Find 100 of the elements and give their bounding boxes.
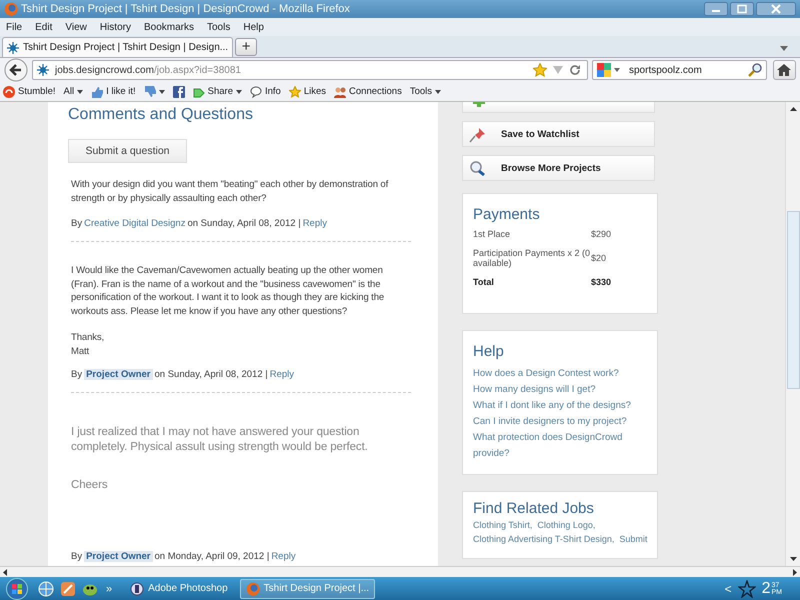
- caret-icon[interactable]: [780, 46, 788, 51]
- toolbar-button[interactable]: I like it!: [91, 86, 136, 98]
- search-icon[interactable]: [748, 63, 762, 77]
- menu-item[interactable]: File: [6, 22, 22, 32]
- help-link[interactable]: What if I dont like any of the designs?: [473, 398, 633, 414]
- people-icon: [334, 86, 346, 98]
- dropdown-icon: [614, 68, 620, 72]
- menu-item[interactable]: History: [100, 22, 131, 32]
- toolbar-button[interactable]: [172, 86, 185, 98]
- card-heading: Find Related Jobs: [473, 500, 595, 517]
- horizontal-scrollbar[interactable]: [0, 566, 800, 577]
- toolbar-button[interactable]: Share: [192, 86, 242, 98]
- help-link[interactable]: Can I invite designers to my project?: [473, 414, 633, 430]
- comment-date: on Monday, April 09, 2012 |: [154, 550, 270, 562]
- home-button[interactable]: [772, 60, 796, 80]
- magnifier-icon: [469, 160, 487, 176]
- author-link[interactable]: Creative Digital Designz: [84, 218, 186, 229]
- job-link[interactable]: Clothing Logo,: [537, 519, 596, 532]
- comment-date: on Sunday, April 08, 2012 |: [187, 218, 301, 229]
- toolbar-button[interactable]: Connections: [334, 86, 402, 98]
- job-link[interactable]: Clothing Advertising T-Shirt Design,: [473, 532, 614, 546]
- job-link[interactable]: Clothing Tshirt,: [473, 519, 532, 532]
- star-icon: [288, 86, 301, 98]
- taskbar-button[interactable]: Adobe Photoshop: [124, 578, 234, 598]
- job-link[interactable]: Submit: [619, 532, 648, 546]
- payment-amount: $290: [591, 229, 612, 239]
- browser-tab[interactable]: Tshirt Design Project | Tshirt Design | Design...: [2, 37, 234, 57]
- search-field[interactable]: sportspoolz.com: [592, 60, 767, 80]
- window-title: Tshirt Design Project | Tshirt Design | DesignCrowd - Mozilla Firefox: [21, 3, 351, 15]
- dropdown-icon: [158, 90, 165, 94]
- star-icon[interactable]: [533, 63, 547, 77]
- toolbar-button[interactable]: All: [64, 86, 84, 97]
- menu-item[interactable]: Bookmarks: [144, 22, 194, 32]
- scroll-right-icon: [793, 568, 797, 576]
- comment-text: I just realized that I may not have answered your question completely. Physical assult using strength would be perfect.: [71, 425, 369, 454]
- author-link[interactable]: Project Owner: [84, 550, 153, 562]
- facebook-icon: [172, 86, 185, 98]
- pushpin-icon: [469, 126, 487, 142]
- share-icon: [192, 86, 205, 98]
- search-engine-icon: [597, 63, 611, 77]
- byline-text: By: [71, 369, 82, 380]
- maximize-icon[interactable]: [730, 2, 754, 16]
- menu-item[interactable]: Edit: [35, 22, 52, 32]
- app-icon: [130, 582, 144, 596]
- close-icon[interactable]: [756, 2, 796, 16]
- payment-label: 1st Place: [473, 229, 512, 239]
- tray-toggle[interactable]: <: [724, 582, 732, 596]
- comment-text: I Would like the Caveman/Cavewomen actually beating up the other women (Fran). Fran is the name of a workout and the "business cavewomen" is the personification of the workout. I want it to look as though they are kicking the workouts ass. Please let me know if you have any other questions?: [71, 264, 386, 318]
- plus-icon: [473, 102, 485, 107]
- help-link[interactable]: What protection does DesignCrowd provide?: [473, 430, 633, 462]
- scrollbar-thumb[interactable]: [786, 211, 800, 389]
- reload-icon[interactable]: [569, 64, 581, 76]
- globe-icon[interactable]: [38, 580, 54, 596]
- toolbar-button[interactable]: Likes: [288, 86, 326, 98]
- dropdown-icon: [236, 90, 242, 94]
- dropdown-icon: [435, 90, 442, 94]
- speech-bubble-icon: [250, 86, 262, 98]
- byline-text: By: [71, 550, 82, 562]
- action-button[interactable]: Save to Watchlist: [462, 121, 655, 147]
- menu-item[interactable]: Help: [243, 22, 264, 32]
- comment-date: on Sunday, April 08, 2012 |: [154, 369, 268, 380]
- thumbs-down-icon: [144, 86, 156, 98]
- toolbar-button[interactable]: Tools: [410, 86, 442, 97]
- firefox-icon: [4, 2, 18, 16]
- payment-label: Total: [473, 277, 495, 287]
- star-icon[interactable]: [738, 580, 756, 598]
- help-link[interactable]: How does a Design Contest work?: [473, 366, 633, 382]
- payment-amount: $330: [591, 277, 612, 287]
- reply-link[interactable]: Reply: [270, 369, 294, 380]
- overflow-chevron[interactable]: »: [106, 582, 112, 594]
- help-link[interactable]: How many designs will I get?: [473, 382, 633, 398]
- toolbar-button[interactable]: Stumble!: [3, 86, 56, 98]
- submit-question-button[interactable]: Submit a question: [68, 139, 187, 163]
- comment-text: Cheers: [71, 478, 108, 492]
- action-button[interactable]: Browse More Projects: [462, 155, 655, 181]
- address-field[interactable]: jobs.designcrowd.com/job.aspx?id=38081: [32, 60, 588, 80]
- dropdown-icon: [77, 90, 84, 94]
- new-tab-button[interactable]: +: [235, 38, 258, 56]
- back-icon[interactable]: [4, 58, 28, 82]
- app-icon[interactable]: [60, 580, 76, 596]
- author-link[interactable]: Project Owner: [84, 369, 153, 380]
- menu-item[interactable]: Tools: [207, 22, 230, 32]
- minimize-icon[interactable]: [704, 2, 728, 16]
- byline-text: By: [71, 218, 82, 229]
- stumble-icon: [3, 86, 15, 98]
- reply-link[interactable]: Reply: [271, 550, 296, 562]
- vertical-scrollbar[interactable]: [785, 102, 800, 566]
- url-text: jobs.designcrowd.com/job.aspx?id=38081: [55, 64, 241, 76]
- reply-link[interactable]: Reply: [302, 218, 327, 229]
- card-heading: Help: [473, 343, 505, 360]
- payment-amount: $20: [591, 253, 606, 263]
- scroll-down-icon: [790, 557, 796, 561]
- site-icon: [37, 64, 49, 76]
- menu-item[interactable]: View: [65, 22, 87, 32]
- scroll-left-icon: [3, 568, 7, 576]
- toolbar-button[interactable]: [144, 86, 165, 98]
- site-icon: [7, 42, 19, 54]
- section-heading: Comments and Questions: [68, 106, 254, 124]
- home-icon: [777, 64, 792, 76]
- toolbar-button[interactable]: Info: [250, 86, 281, 98]
